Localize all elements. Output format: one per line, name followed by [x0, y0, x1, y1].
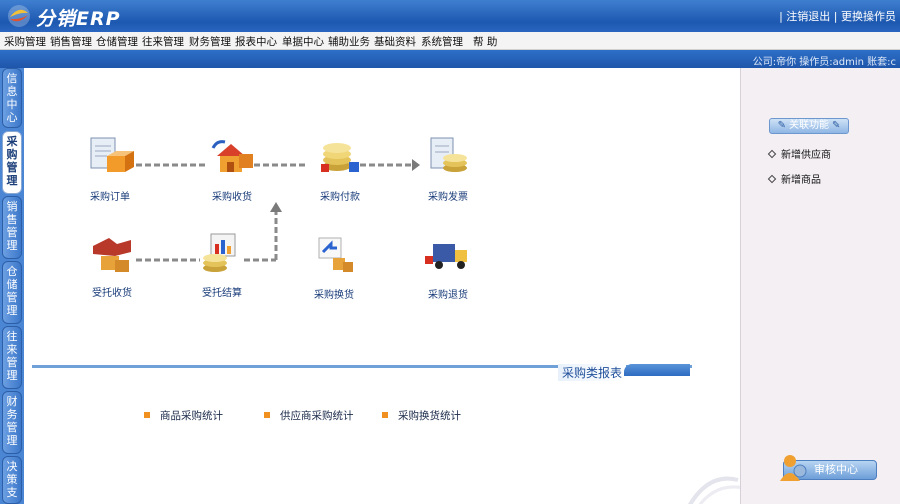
document-box-icon — [90, 137, 134, 172]
quick-link-new-supplier[interactable]: 新增供应商 — [767, 146, 831, 161]
link-separator: | — [779, 10, 783, 23]
sidebar-tab-label: 决策支 — [6, 460, 18, 499]
app-title: 分销ERP — [36, 8, 121, 30]
sidebar-tab-label: 信息中心 — [6, 72, 18, 124]
top-links: | 注销退出 | 更换操作员 — [779, 8, 896, 24]
menu-item-documents[interactable]: 单据中心 — [282, 34, 324, 49]
flow-node-purchase-receive[interactable]: 采购收货 — [200, 134, 264, 203]
report-link-supplier-purchase[interactable]: 供应商采购统计 — [264, 408, 354, 423]
menu-item-auxiliary[interactable]: 辅助业务 — [328, 34, 370, 49]
logout-link[interactable]: 注销退出 — [786, 10, 830, 23]
sidebar-tab-decision[interactable]: 决策支 — [2, 456, 22, 504]
flow-label: 采购收货 — [212, 192, 252, 203]
report-link-label: 采购换货统计 — [398, 410, 461, 422]
quick-link-label: 新增供应商 — [781, 150, 831, 161]
report-section-tab — [624, 364, 690, 376]
sidebar-tab-sales[interactable]: 销售管理 — [2, 196, 22, 259]
report-link-product-purchase[interactable]: 商品采购统计 — [144, 408, 223, 423]
flow-node-purchase-return[interactable]: 采购退货 — [416, 232, 480, 301]
session-info: 公司:帝你 操作员:admin 账套:c — [752, 57, 896, 68]
sidebar-tab-label: 往来管理 — [6, 330, 18, 382]
flow-label: 采购订单 — [90, 192, 130, 203]
report-link-label: 供应商采购统计 — [280, 410, 354, 422]
flow-node-purchase-invoice[interactable]: 采购发票 — [416, 134, 480, 203]
sidebar-tab-label: 采购管理 — [6, 135, 18, 187]
menu-item-finance[interactable]: 财务管理 — [189, 34, 231, 49]
pencil-icon: ✎ — [832, 120, 841, 131]
bullet-icon — [382, 412, 388, 418]
menu-item-sales[interactable]: 销售管理 — [50, 34, 92, 49]
flow-node-consign-receive[interactable]: 受托收货 — [80, 230, 144, 299]
flow-label: 采购换货 — [314, 290, 354, 301]
link-separator: | — [833, 10, 838, 23]
menu-item-basic-data[interactable]: 基础资料 — [374, 34, 416, 49]
sidebar: 信息中心 采购管理 销售管理 仓储管理 往来管理 财务管理 决策支 — [0, 68, 24, 504]
change-operator-link[interactable]: 更换操作员 — [841, 10, 896, 23]
flow-label: 受托结算 — [202, 288, 242, 299]
title-bar: 分销ERP | 注销退出 | 更换操作员 — [0, 0, 900, 32]
report-link-label: 商品采购统计 — [160, 410, 223, 422]
related-functions-title: 关联功能 — [789, 120, 829, 131]
menu-item-purchase[interactable]: 采购管理 — [4, 34, 46, 49]
coins-icon — [321, 143, 359, 172]
audit-center-label: 审核中心 — [814, 463, 858, 476]
chart-coins-icon — [203, 233, 236, 272]
arrow-boxes-icon — [318, 237, 353, 272]
sidebar-tab-warehouse[interactable]: 仓储管理 — [2, 261, 22, 324]
flow-label: 受托收货 — [92, 288, 132, 299]
flow-label: 采购退货 — [428, 290, 468, 301]
sidebar-tab-label: 财务管理 — [6, 395, 18, 447]
audit-center-button[interactable]: 审核中心 — [780, 455, 877, 481]
menu-bar: 采购管理 销售管理 仓储管理 往来管理 财务管理 报表中心 单据中心 辅助业务 … — [0, 32, 900, 50]
flow-connectors — [136, 159, 420, 262]
sidebar-tab-accounts[interactable]: 往来管理 — [2, 326, 22, 389]
flow-label: 采购发票 — [428, 192, 468, 203]
menu-item-reports[interactable]: 报表中心 — [235, 34, 277, 49]
menu-item-accounts[interactable]: 往来管理 — [142, 34, 184, 49]
main-content: 采购订单 采购收货 采购付款 采购发票 受托收货 受托结算 采购换货 采购退货 … — [28, 68, 745, 504]
truck-icon — [425, 244, 467, 269]
sidebar-tab-label: 销售管理 — [6, 200, 18, 252]
erp-app-window: 分销ERP | 注销退出 | 更换操作员 采购管理 销售管理 仓储管理 往来管理… — [0, 0, 900, 504]
sidebar-tab-info-center[interactable]: 信息中心 — [2, 68, 22, 128]
bullet-icon — [264, 412, 270, 418]
diamond-bullet-icon — [767, 174, 777, 184]
report-section-title: 采购类报表 — [558, 364, 627, 381]
report-link-exchange[interactable]: 采购换货统计 — [382, 408, 461, 423]
house-box-icon — [211, 140, 253, 172]
flow-node-purchase-order[interactable]: 采购订单 — [78, 134, 142, 203]
sidebar-tab-finance[interactable]: 财务管理 — [2, 391, 22, 454]
menu-item-warehouse[interactable]: 仓储管理 — [96, 34, 138, 49]
sidebar-tab-label: 仓储管理 — [6, 265, 18, 317]
bullet-icon — [144, 412, 150, 418]
flow-node-consign-settle[interactable]: 受托结算 — [190, 230, 254, 299]
menu-item-help[interactable]: 帮 助 — [473, 34, 497, 49]
quick-link-label: 新增商品 — [781, 175, 821, 186]
invoice-coins-icon — [430, 137, 467, 172]
related-functions-header: ✎ 关联功能 ✎ — [769, 118, 849, 134]
audit-person-icon — [780, 455, 807, 481]
sidebar-tab-purchase[interactable]: 采购管理 — [2, 131, 22, 194]
flow-node-purchase-exchange[interactable]: 采购换货 — [302, 232, 366, 301]
quick-link-new-product[interactable]: 新增商品 — [767, 171, 821, 186]
diamond-bullet-icon — [767, 149, 777, 159]
right-panel: ✎ 关联功能 ✎ 新增供应商 新增商品 审核中心 — [740, 68, 900, 504]
app-logo-icon — [8, 5, 30, 27]
handshake-box-icon — [93, 238, 131, 272]
pencil-icon: ✎ — [777, 120, 786, 131]
flow-node-purchase-payment[interactable]: 采购付款 — [308, 134, 372, 203]
arrow-up-icon — [270, 202, 282, 212]
flow-label: 采购付款 — [320, 192, 360, 203]
watermark-logo-icon — [688, 476, 745, 504]
info-bar: 公司:帝你 操作员:admin 账套:c — [0, 50, 900, 68]
menu-item-system[interactable]: 系统管理 — [421, 34, 463, 49]
